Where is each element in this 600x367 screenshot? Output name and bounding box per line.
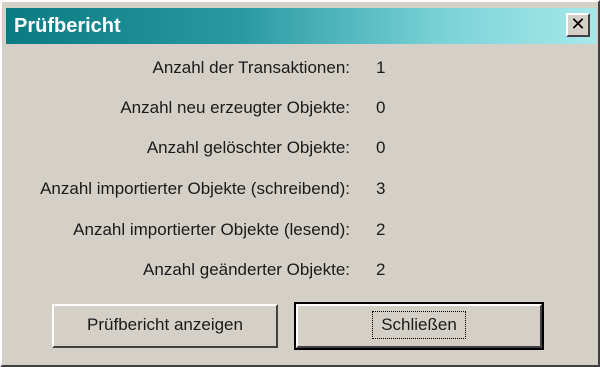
stat-label: Anzahl gelöschter Objekte:: [146, 138, 350, 157]
stat-value: 3: [376, 179, 386, 198]
stat-label: Anzahl geänderter Objekte:: [143, 260, 350, 279]
close-icon: ✕: [570, 14, 586, 34]
close-button[interactable]: Schließen: [294, 302, 544, 350]
stat-value: 0: [376, 98, 386, 117]
stat-value: 2: [376, 220, 386, 239]
stat-row-transaktionen: Anzahl der Transaktionen: 1: [2, 54, 600, 82]
show-report-button-label: Prüfbericht anzeigen: [87, 315, 243, 334]
close-button-label: Schließen: [372, 311, 466, 339]
stat-row-importiert-schreibend: Anzahl importierter Objekte (schreibend)…: [2, 175, 600, 203]
stat-label: Anzahl importierter Objekte (schreibend)…: [40, 179, 350, 198]
title-bar[interactable]: Prüfbericht ✕: [6, 8, 596, 44]
stat-row-importiert-lesend: Anzahl importierter Objekte (lesend): 2: [2, 216, 600, 244]
stat-value: 0: [376, 138, 386, 157]
stat-row-geaendert: Anzahl geänderter Objekte: 2: [2, 256, 600, 284]
stat-label: Anzahl neu erzeugter Objekte:: [120, 98, 350, 117]
stat-label: Anzahl der Transaktionen:: [152, 58, 350, 77]
dialog-title: Prüfbericht: [14, 15, 121, 37]
pruefbericht-dialog: Prüfbericht ✕ Anzahl der Transaktionen: …: [0, 0, 600, 367]
stat-value: 1: [376, 58, 386, 77]
stat-value: 2: [376, 260, 386, 279]
close-window-button[interactable]: ✕: [566, 13, 590, 37]
stat-row-neu-erzeugt: Anzahl neu erzeugter Objekte: 0: [2, 94, 600, 122]
stat-row-geloescht: Anzahl gelöschter Objekte: 0: [2, 134, 600, 162]
show-report-button[interactable]: Prüfbericht anzeigen: [52, 304, 278, 348]
stat-label: Anzahl importierter Objekte (lesend):: [73, 220, 350, 239]
